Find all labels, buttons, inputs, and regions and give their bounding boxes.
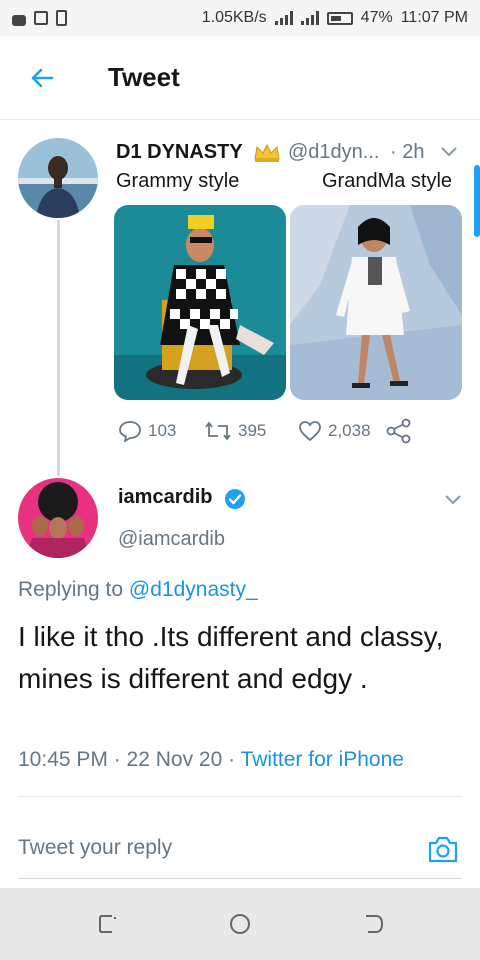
scroll-indicator: [474, 165, 480, 237]
reply-count: 103: [148, 421, 177, 440]
tweet-metadata: 10:45 PM · 22 Nov 20 · Twitter for iPhon…: [18, 748, 404, 772]
tweet-time: · 2h: [390, 141, 425, 163]
screenshot-icon: [34, 11, 48, 25]
heart-icon: [299, 421, 321, 442]
camera-icon[interactable]: [426, 832, 460, 866]
verified-badge-icon: [225, 489, 245, 509]
back-icon[interactable]: [362, 912, 386, 936]
retweet-count: 395: [238, 421, 267, 440]
battery-icon: [326, 11, 353, 25]
header: Tweet: [0, 36, 480, 120]
thread-line: [57, 220, 60, 476]
android-nav-bar: [0, 888, 480, 960]
arrow-left-icon[interactable]: [28, 64, 56, 92]
like-action[interactable]: 2,038: [298, 420, 371, 442]
media-image-grandma[interactable]: [290, 205, 462, 400]
reply-tweet-text: I like it tho .Its different and classy,…: [18, 621, 444, 694]
status-bar: 1.05KB/s 47% 11:07 PM: [0, 0, 480, 36]
tweet-author-handle[interactable]: @d1dyn...: [288, 141, 379, 164]
reply-author-name[interactable]: iamcardib: [118, 486, 212, 509]
avatar-iamcardib[interactable]: [18, 478, 98, 558]
crown-icon: [254, 143, 280, 162]
divider: [18, 796, 462, 797]
home-icon[interactable]: [228, 912, 252, 936]
battery-percent: 47%: [360, 9, 393, 26]
recent-apps-icon[interactable]: [96, 912, 120, 936]
signal-2-icon: [300, 11, 319, 25]
retweet-icon: [205, 421, 231, 441]
reply-action[interactable]: 103: [118, 420, 176, 442]
comment-icon: [119, 421, 141, 442]
lock-icon: [12, 14, 26, 26]
caption-left: Grammy style: [116, 170, 240, 192]
replying-prefix: Replying to: [18, 578, 129, 601]
like-count: 2,038: [328, 421, 371, 440]
media-image-grammy[interactable]: [114, 205, 286, 400]
tweet-author-name[interactable]: D1 DYNASTY: [116, 141, 243, 164]
tweet-timestamp: 10:45 PM · 22 Nov 20 ·: [18, 748, 241, 771]
reply-author-handle[interactable]: @iamcardib: [118, 528, 225, 551]
tweet-source-link[interactable]: Twitter for iPhone: [241, 748, 404, 771]
status-bar-left-icons: [12, 10, 67, 26]
replying-to: Replying to @d1dynasty_: [18, 578, 258, 602]
caption-right: GrandMa style: [322, 170, 453, 192]
chevron-down-icon[interactable]: [444, 494, 462, 506]
clock: 11:07 PM: [400, 9, 468, 26]
reply-input[interactable]: Tweet your reply: [18, 836, 172, 860]
replying-mention-link[interactable]: @d1dynasty_: [129, 578, 258, 601]
network-speed: 1.05KB/s: [201, 9, 267, 26]
share-icon[interactable]: [386, 418, 412, 444]
page-title: Tweet: [108, 62, 180, 92]
status-bar-right: 1.05KB/s 47% 11:07 PM: [202, 9, 468, 27]
signal-icon: [274, 11, 293, 25]
chevron-down-icon[interactable]: [440, 146, 458, 158]
battery-saver-icon: [56, 10, 67, 26]
retweet-action[interactable]: 395: [204, 420, 266, 442]
composer-underline: [18, 878, 462, 879]
avatar-d1dynasty[interactable]: [18, 138, 98, 218]
